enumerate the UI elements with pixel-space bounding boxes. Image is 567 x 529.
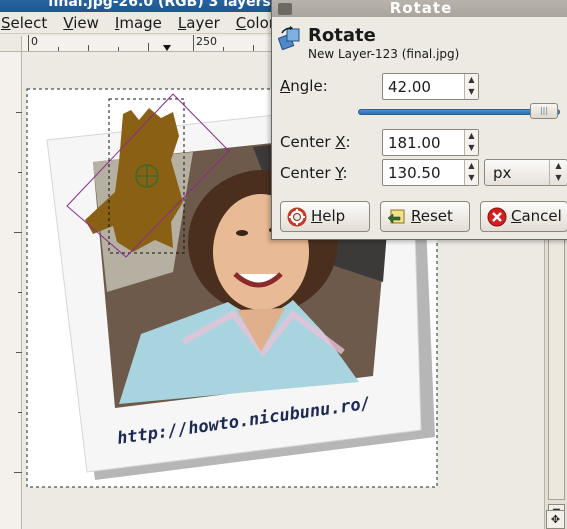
center-y-value: 130.50 — [388, 164, 441, 182]
angle-spin-buttons[interactable]: ▲ ▼ — [464, 74, 478, 99]
vertical-ruler — [0, 52, 22, 529]
angle-input[interactable]: 42.00 ▲ ▼ — [382, 73, 479, 100]
ruler-label-0: 0 — [31, 35, 38, 48]
center-x-label: Center X: — [280, 133, 351, 151]
center-x-spin-buttons[interactable]: ▲ ▼ — [464, 130, 478, 155]
reset-icon — [387, 209, 405, 224]
angle-value: 42.00 — [388, 78, 431, 96]
angle-label: Angle: — [280, 77, 328, 95]
reset-label: Reset — [411, 207, 453, 225]
help-button[interactable]: Help — [280, 201, 370, 232]
help-label: Help — [311, 207, 346, 225]
angle-slider-handle[interactable]: ||| — [530, 103, 558, 119]
rotate-dialog: Rotate Rotate New Layer-123 (final.jpg) … — [271, 0, 567, 240]
cancel-button[interactable]: Cancel — [480, 201, 567, 232]
ruler-label-250: 250 — [196, 35, 217, 48]
menu-select[interactable]: Select — [0, 12, 55, 34]
center-x-input[interactable]: 181.00 ▲ ▼ — [382, 129, 479, 156]
dialog-titlebar[interactable]: Rotate — [272, 0, 567, 17]
center-y-input[interactable]: 130.50 ▲ ▼ — [382, 159, 479, 186]
center-y-spin-buttons[interactable]: ▲ ▼ — [464, 160, 478, 185]
dialog-subtitle: New Layer-123 (final.jpg) — [308, 47, 460, 61]
cancel-label: Cancel — [511, 207, 562, 225]
cancel-icon — [487, 207, 507, 227]
center-x-value: 181.00 — [388, 134, 441, 152]
unit-select[interactable]: px ▲ ▼ — [484, 159, 567, 186]
menu-image[interactable]: Image — [107, 12, 170, 34]
help-lifebuoy-icon — [287, 207, 307, 227]
ruler-pointer-marker — [163, 45, 171, 51]
reset-button[interactable]: Reset — [380, 201, 470, 232]
center-y-label: Center Y: — [280, 164, 348, 182]
gimp-app-icon — [278, 3, 292, 15]
navigate-icon[interactable]: ✥ — [546, 510, 565, 529]
dialog-heading: Rotate — [308, 25, 376, 46]
ruler-corner[interactable] — [0, 36, 22, 52]
menu-view[interactable]: View — [55, 12, 107, 34]
dialog-title: Rotate — [389, 0, 453, 17]
window-title: final.jpg-26.0 (RGB) 3 layers — [48, 0, 271, 10]
unit-select-value: px — [493, 164, 512, 182]
chevron-updown-icon: ▲ ▼ — [549, 160, 567, 185]
menu-layer[interactable]: Layer — [170, 12, 228, 34]
rotate-icon — [278, 26, 300, 50]
